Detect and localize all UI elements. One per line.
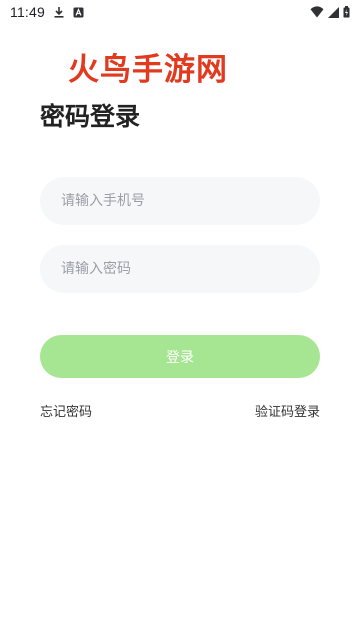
status-right bbox=[310, 6, 350, 18]
battery-charging-icon bbox=[343, 6, 350, 18]
phone-field[interactable] bbox=[40, 177, 320, 225]
signal-icon bbox=[328, 6, 339, 18]
phone-input[interactable] bbox=[61, 193, 320, 209]
code-login-link[interactable]: 验证码登录 bbox=[255, 404, 320, 422]
a-notification-icon bbox=[73, 7, 84, 18]
password-input[interactable] bbox=[61, 261, 320, 277]
login-button[interactable]: 登录 bbox=[40, 335, 320, 378]
status-left: 11:49 bbox=[10, 4, 84, 20]
watermark-logo: 火鸟手游网 bbox=[68, 52, 228, 88]
download-icon bbox=[53, 6, 65, 18]
password-field[interactable] bbox=[40, 245, 320, 293]
status-bar: 11:49 bbox=[0, 0, 360, 24]
status-time: 11:49 bbox=[10, 4, 45, 20]
wifi-icon bbox=[310, 6, 324, 18]
forgot-password-link[interactable]: 忘记密码 bbox=[40, 404, 92, 422]
page-title: 密码登录 bbox=[40, 102, 141, 131]
